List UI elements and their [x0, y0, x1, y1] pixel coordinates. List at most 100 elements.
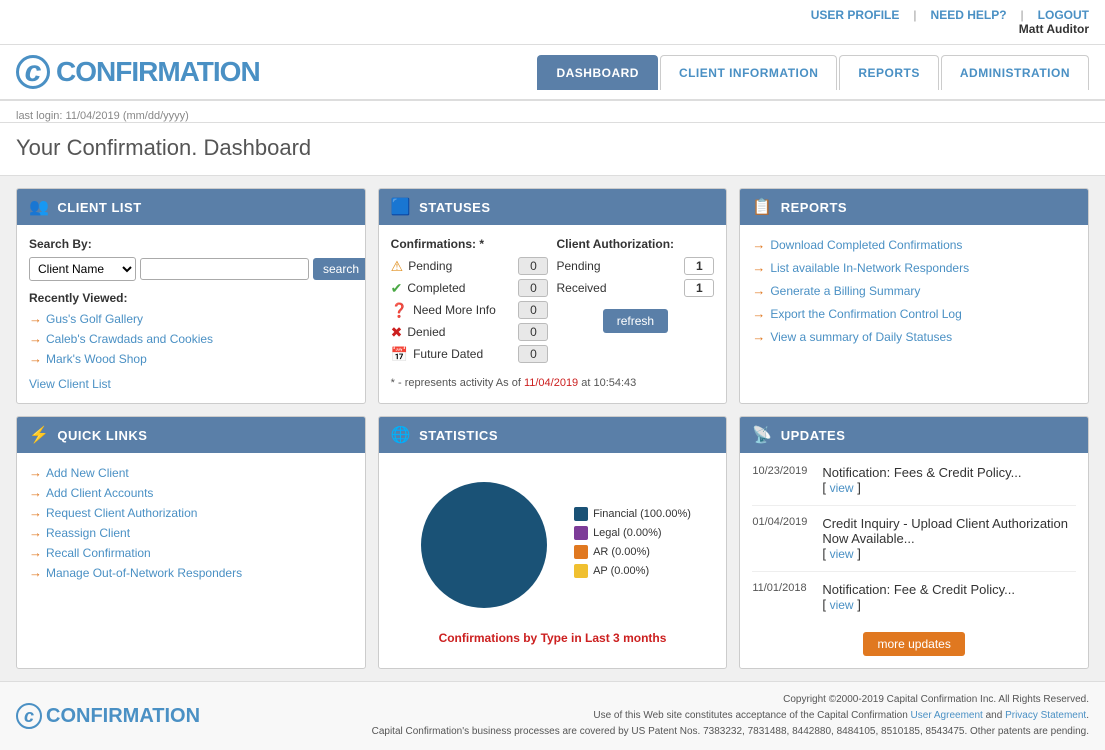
- footer-line2: Use of this Web site constitutes accepta…: [372, 708, 1089, 724]
- arrow-icon: →: [29, 505, 42, 520]
- footer-line3: Capital Confirmation's business processe…: [372, 724, 1089, 740]
- refresh-button[interactable]: refresh: [603, 309, 668, 333]
- billing-summary-link[interactable]: Generate a Billing Summary: [770, 284, 920, 298]
- status-denied: ✖ Denied 0: [391, 323, 549, 341]
- legend-color-ap: [574, 564, 588, 578]
- update-entry-1: 10/23/2019 Notification: Fees & Credit P…: [752, 465, 1076, 506]
- add-new-client-link[interactable]: Add New Client: [46, 466, 129, 480]
- logo-icon: c: [16, 55, 50, 89]
- control-log-link[interactable]: Export the Confirmation Control Log: [770, 307, 961, 321]
- update-view-2[interactable]: view: [830, 547, 854, 561]
- chart-legend: Financial (100.00%) Legal (0.00%) AR (0.…: [574, 507, 691, 583]
- update-view-3[interactable]: view: [830, 598, 854, 612]
- pending-icon: ⚠: [391, 258, 404, 275]
- arrow-icon: →: [752, 329, 765, 344]
- completed-label: Completed: [407, 281, 465, 295]
- update-date-1: 10/23/2019: [752, 465, 812, 495]
- recently-viewed-link-3[interactable]: Mark's Wood Shop: [46, 352, 147, 366]
- arrow-icon: →: [29, 525, 42, 540]
- recently-viewed-link-1[interactable]: Gus's Golf Gallery: [46, 312, 143, 326]
- report-link-4: → Export the Confirmation Control Log: [752, 306, 1076, 321]
- reports-title: REPORTS: [781, 200, 847, 215]
- auth-header: Client Authorization:: [556, 237, 714, 251]
- in-network-responders-link[interactable]: List available In-Network Responders: [770, 261, 969, 275]
- download-confirmations-link[interactable]: Download Completed Confirmations: [770, 238, 962, 252]
- chart-caption: Confirmations by Type in Last 3 months: [391, 631, 715, 645]
- list-item: → Recall Confirmation: [29, 545, 353, 560]
- tab-reports[interactable]: REPORTS: [839, 55, 939, 90]
- update-text-3: Notification: Fee & Credit Policy...: [822, 582, 1015, 597]
- auth-pending-label: Pending: [556, 259, 600, 273]
- more-updates-button[interactable]: more updates: [863, 632, 964, 656]
- update-view-1[interactable]: view: [830, 481, 854, 495]
- confirmations-col: Confirmations: * ⚠ Pending 0 ✔ Completed: [391, 237, 549, 367]
- last-login: last login: 11/04/2019 (mm/dd/yyyy): [16, 106, 189, 130]
- request-client-auth-link[interactable]: Request Client Authorization: [46, 506, 197, 520]
- statistics-header: 🌐 STATISTICS: [379, 417, 727, 453]
- future-icon: 📅: [391, 346, 408, 363]
- chart-caption-text: Confirmations by Type in Last: [439, 631, 610, 645]
- report-link-1: → Download Completed Confirmations: [752, 237, 1076, 252]
- recently-viewed-label: Recently Viewed:: [29, 291, 353, 305]
- view-client-list-link[interactable]: View Client List: [29, 377, 111, 391]
- recall-confirmation-link[interactable]: Recall Confirmation: [46, 546, 151, 560]
- statuses-note: * - represents activity As of 11/04/2019…: [391, 377, 715, 389]
- reports-panel: 📋 REPORTS → Download Completed Confirmat…: [739, 188, 1089, 404]
- pie-chart: [414, 475, 554, 615]
- list-item: → Add New Client: [29, 465, 353, 480]
- logout-link[interactable]: LOGOUT: [1038, 8, 1089, 22]
- auth-pending-count: 1: [684, 257, 714, 275]
- future-label: Future Dated: [413, 347, 483, 361]
- list-item: → Gus's Golf Gallery: [29, 311, 353, 326]
- username-display: Matt Auditor: [1019, 22, 1089, 36]
- future-count: 0: [518, 345, 548, 363]
- update-text-2: Credit Inquiry - Upload Client Authoriza…: [822, 516, 1068, 546]
- updates-body: 10/23/2019 Notification: Fees & Credit P…: [740, 453, 1088, 668]
- arrow-icon: →: [752, 306, 765, 321]
- arrow-icon: →: [29, 545, 42, 560]
- client-list-title: CLIENT LIST: [57, 200, 141, 215]
- legend-item-legal: Legal (0.00%): [574, 526, 691, 540]
- denied-count: 0: [518, 323, 548, 341]
- client-list-panel: 👥 CLIENT LIST Search By: Client Name Cli…: [16, 188, 366, 404]
- auth-pending: Pending 1: [556, 257, 714, 275]
- user-profile-link[interactable]: USER PROFILE: [811, 8, 900, 22]
- statistics-body: Financial (100.00%) Legal (0.00%) AR (0.…: [379, 453, 727, 657]
- tab-dashboard[interactable]: DASHBOARD: [537, 55, 658, 90]
- auth-received: Received 1: [556, 279, 714, 297]
- update-entry-2: 01/04/2019 Credit Inquiry - Upload Clien…: [752, 516, 1076, 572]
- chart-area: Financial (100.00%) Legal (0.00%) AR (0.…: [391, 465, 715, 625]
- add-client-accounts-link[interactable]: Add Client Accounts: [46, 486, 153, 500]
- legend-label-legal: Legal (0.00%): [593, 527, 662, 539]
- search-button[interactable]: search: [313, 258, 366, 280]
- list-item: → Mark's Wood Shop: [29, 351, 353, 366]
- legend-label-financial: Financial (100.00%): [593, 508, 691, 520]
- updates-title: UPDATES: [781, 428, 846, 443]
- status-pending: ⚠ Pending 0: [391, 257, 549, 275]
- tab-administration[interactable]: ADMINISTRATION: [941, 55, 1089, 90]
- chart-caption-months: 3: [613, 631, 620, 645]
- reports-icon: 📋: [752, 197, 772, 217]
- statistics-panel: 🌐 STATISTICS Financial (100.00%): [378, 416, 728, 669]
- need-help-link[interactable]: NEED HELP?: [931, 8, 1007, 22]
- privacy-statement-link[interactable]: Privacy Statement: [1005, 710, 1086, 721]
- reassign-client-link[interactable]: Reassign Client: [46, 526, 130, 540]
- daily-statuses-link[interactable]: View a summary of Daily Statuses: [770, 330, 952, 344]
- footer-logo-text: CONFIRMATION: [46, 705, 200, 728]
- manage-responders-link[interactable]: Manage Out-of-Network Responders: [46, 566, 242, 580]
- legend-item-financial: Financial (100.00%): [574, 507, 691, 521]
- top-bar: USER PROFILE | NEED HELP? | LOGOUT Matt …: [0, 0, 1105, 45]
- needmore-label: Need More Info: [413, 303, 496, 317]
- status-completed: ✔ Completed 0: [391, 279, 549, 297]
- recently-viewed-link-2[interactable]: Caleb's Crawdads and Cookies: [46, 332, 213, 346]
- report-link-5: → View a summary of Daily Statuses: [752, 329, 1076, 344]
- user-agreement-link[interactable]: User Agreement: [911, 710, 983, 721]
- tab-client-information[interactable]: CLIENT INFORMATION: [660, 55, 837, 90]
- page-title: Your Confirmation. Dashboard: [16, 135, 1089, 161]
- search-type-select[interactable]: Client Name Client Number: [29, 257, 136, 281]
- list-item: → Add Client Accounts: [29, 485, 353, 500]
- update-date-3: 11/01/2018: [752, 582, 812, 612]
- auth-received-count: 1: [684, 279, 714, 297]
- search-input[interactable]: [140, 258, 309, 280]
- statistics-title: STATISTICS: [419, 428, 498, 443]
